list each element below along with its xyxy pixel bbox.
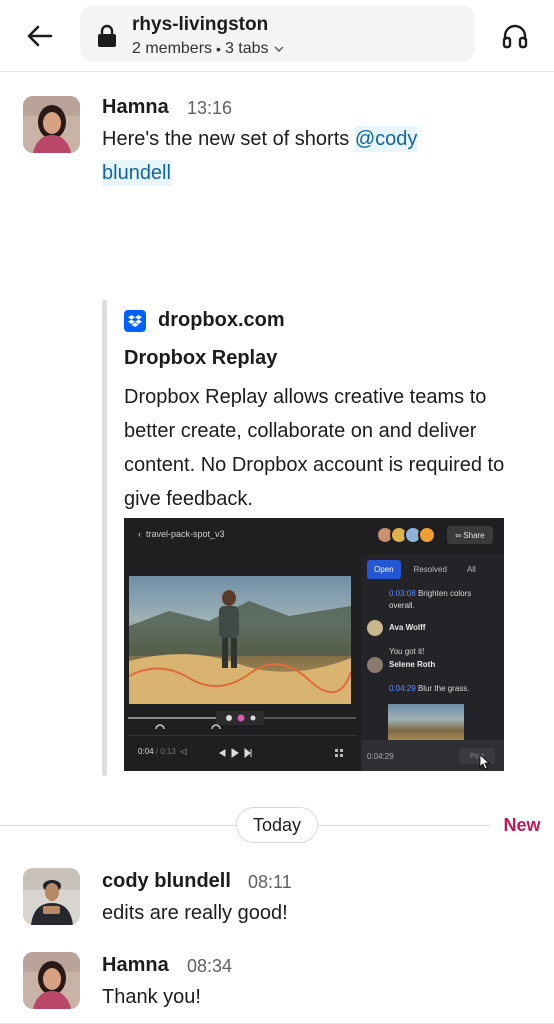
volume-icon: ◁ [178, 747, 187, 756]
preview-comment-text: You got it! [389, 647, 425, 656]
user-mention-continued[interactable]: blundell [102, 160, 171, 186]
preview-player-controls: 0:04 / 0:13 ◁ [128, 711, 356, 767]
message-time: 08:34 [187, 956, 233, 976]
preview-comment: 0:03:08 Brighten colors overall. [389, 588, 499, 612]
avatar[interactable] [23, 96, 80, 153]
huddle-button[interactable] [496, 17, 534, 55]
separator-dot: • [216, 41, 221, 57]
preview-toolbar: ‹ travel-pack-spot_v3 ∞ Share [124, 518, 504, 554]
avatar-image [23, 868, 80, 925]
message-text: Thank you! [102, 986, 201, 1008]
preview-comment-author: Ava Wolff [389, 623, 426, 632]
date-divider-today[interactable]: Today [236, 807, 318, 843]
preview-comment: Ava Wolff You got it! [389, 622, 499, 658]
preview-share-label: Share [463, 530, 485, 540]
member-count: 2 members [132, 40, 213, 57]
message-text-content: Here's the new set of shorts [102, 128, 350, 150]
preview-file-label: travel-pack-spot_v3 [146, 529, 225, 539]
preview-comment-avatar [367, 620, 383, 636]
unfurl-title[interactable]: Dropbox Replay [124, 347, 277, 370]
preview-comment: Selene Roth 0:04:29 Blur the grass. [389, 659, 499, 695]
preview-comment-timestamp: 0:04:29 [389, 684, 416, 693]
preview-comment-avatar [367, 657, 383, 673]
preview-timecode: 0:04 / 0:13 ◁ [138, 747, 187, 756]
preview-comment-tabs: Open Resolved All [367, 560, 483, 579]
preview-current-time: 0:04 [138, 747, 154, 756]
message-author[interactable]: Hamna [102, 96, 169, 119]
preview-comments-panel: Open Resolved All 0:03:08 Brighten color… [361, 554, 504, 771]
preview-tab-open: Open [367, 560, 401, 579]
arrow-left-icon [27, 25, 53, 47]
new-messages-label: New [490, 800, 554, 850]
preview-comment-text: Blur the grass. [417, 684, 470, 693]
preview-comment-author: Selene Roth [389, 660, 436, 669]
preview-avatars [376, 526, 436, 544]
unfurl-description: Dropbox Replay allows creative teams to … [124, 386, 505, 510]
preview-share-button: ∞ Share [447, 526, 493, 544]
unfurl-site-name: dropbox.com [158, 309, 285, 331]
channel-info-button[interactable]: rhys-livingston 2 members • 3 tabs [80, 5, 475, 62]
tab-count: 3 tabs [224, 40, 269, 57]
dropbox-icon [124, 309, 146, 332]
preview-tab-all: All [466, 565, 476, 574]
link-icon: ∞ [455, 530, 464, 540]
cursor-icon [479, 754, 491, 770]
message-time: 13:16 [187, 98, 233, 118]
channel-header: rhys-livingston 2 members • 3 tabs [0, 0, 554, 72]
preview-avatar [418, 526, 436, 544]
back-button[interactable] [22, 18, 58, 54]
avatar[interactable] [23, 952, 80, 1009]
preview-input-time: 0:04:29 [367, 752, 394, 761]
attachment-bar [102, 300, 107, 776]
message-author[interactable]: cody blundell [102, 870, 231, 893]
channel-name: rhys-livingston [132, 14, 269, 35]
message-text: edits are really good! [102, 902, 288, 924]
chevron-down-icon [274, 46, 284, 52]
message-author[interactable]: Hamna [102, 954, 169, 977]
message-time: 08:11 [248, 872, 292, 892]
preview-video-frame [129, 576, 351, 704]
chevron-left-icon: ‹ [138, 529, 146, 539]
preview-tab-resolved: Resolved [413, 565, 447, 574]
headphones-icon [502, 24, 528, 49]
unfurl-preview-image[interactable]: ‹ travel-pack-spot_v3 ∞ Share 0:04 / 0:1… [124, 518, 504, 771]
preview-comment-timestamp: 0:03:08 [389, 589, 416, 598]
preview-file-name: ‹ travel-pack-spot_v3 [138, 529, 225, 539]
avatar-image [23, 96, 80, 153]
channel-meta: 2 members • 3 tabs [132, 40, 285, 58]
user-mention[interactable]: @cody [354, 126, 418, 152]
preview-comment-input: 0:04:29 Post [361, 740, 504, 771]
preview-duration: 0:13 [160, 747, 176, 756]
avatar-image [23, 952, 80, 1009]
avatar[interactable] [23, 868, 80, 925]
unfurl-site[interactable]: dropbox.com [124, 309, 285, 332]
lock-icon [98, 24, 116, 47]
message-text: Here's the new set of shorts @cody blund… [102, 122, 502, 190]
